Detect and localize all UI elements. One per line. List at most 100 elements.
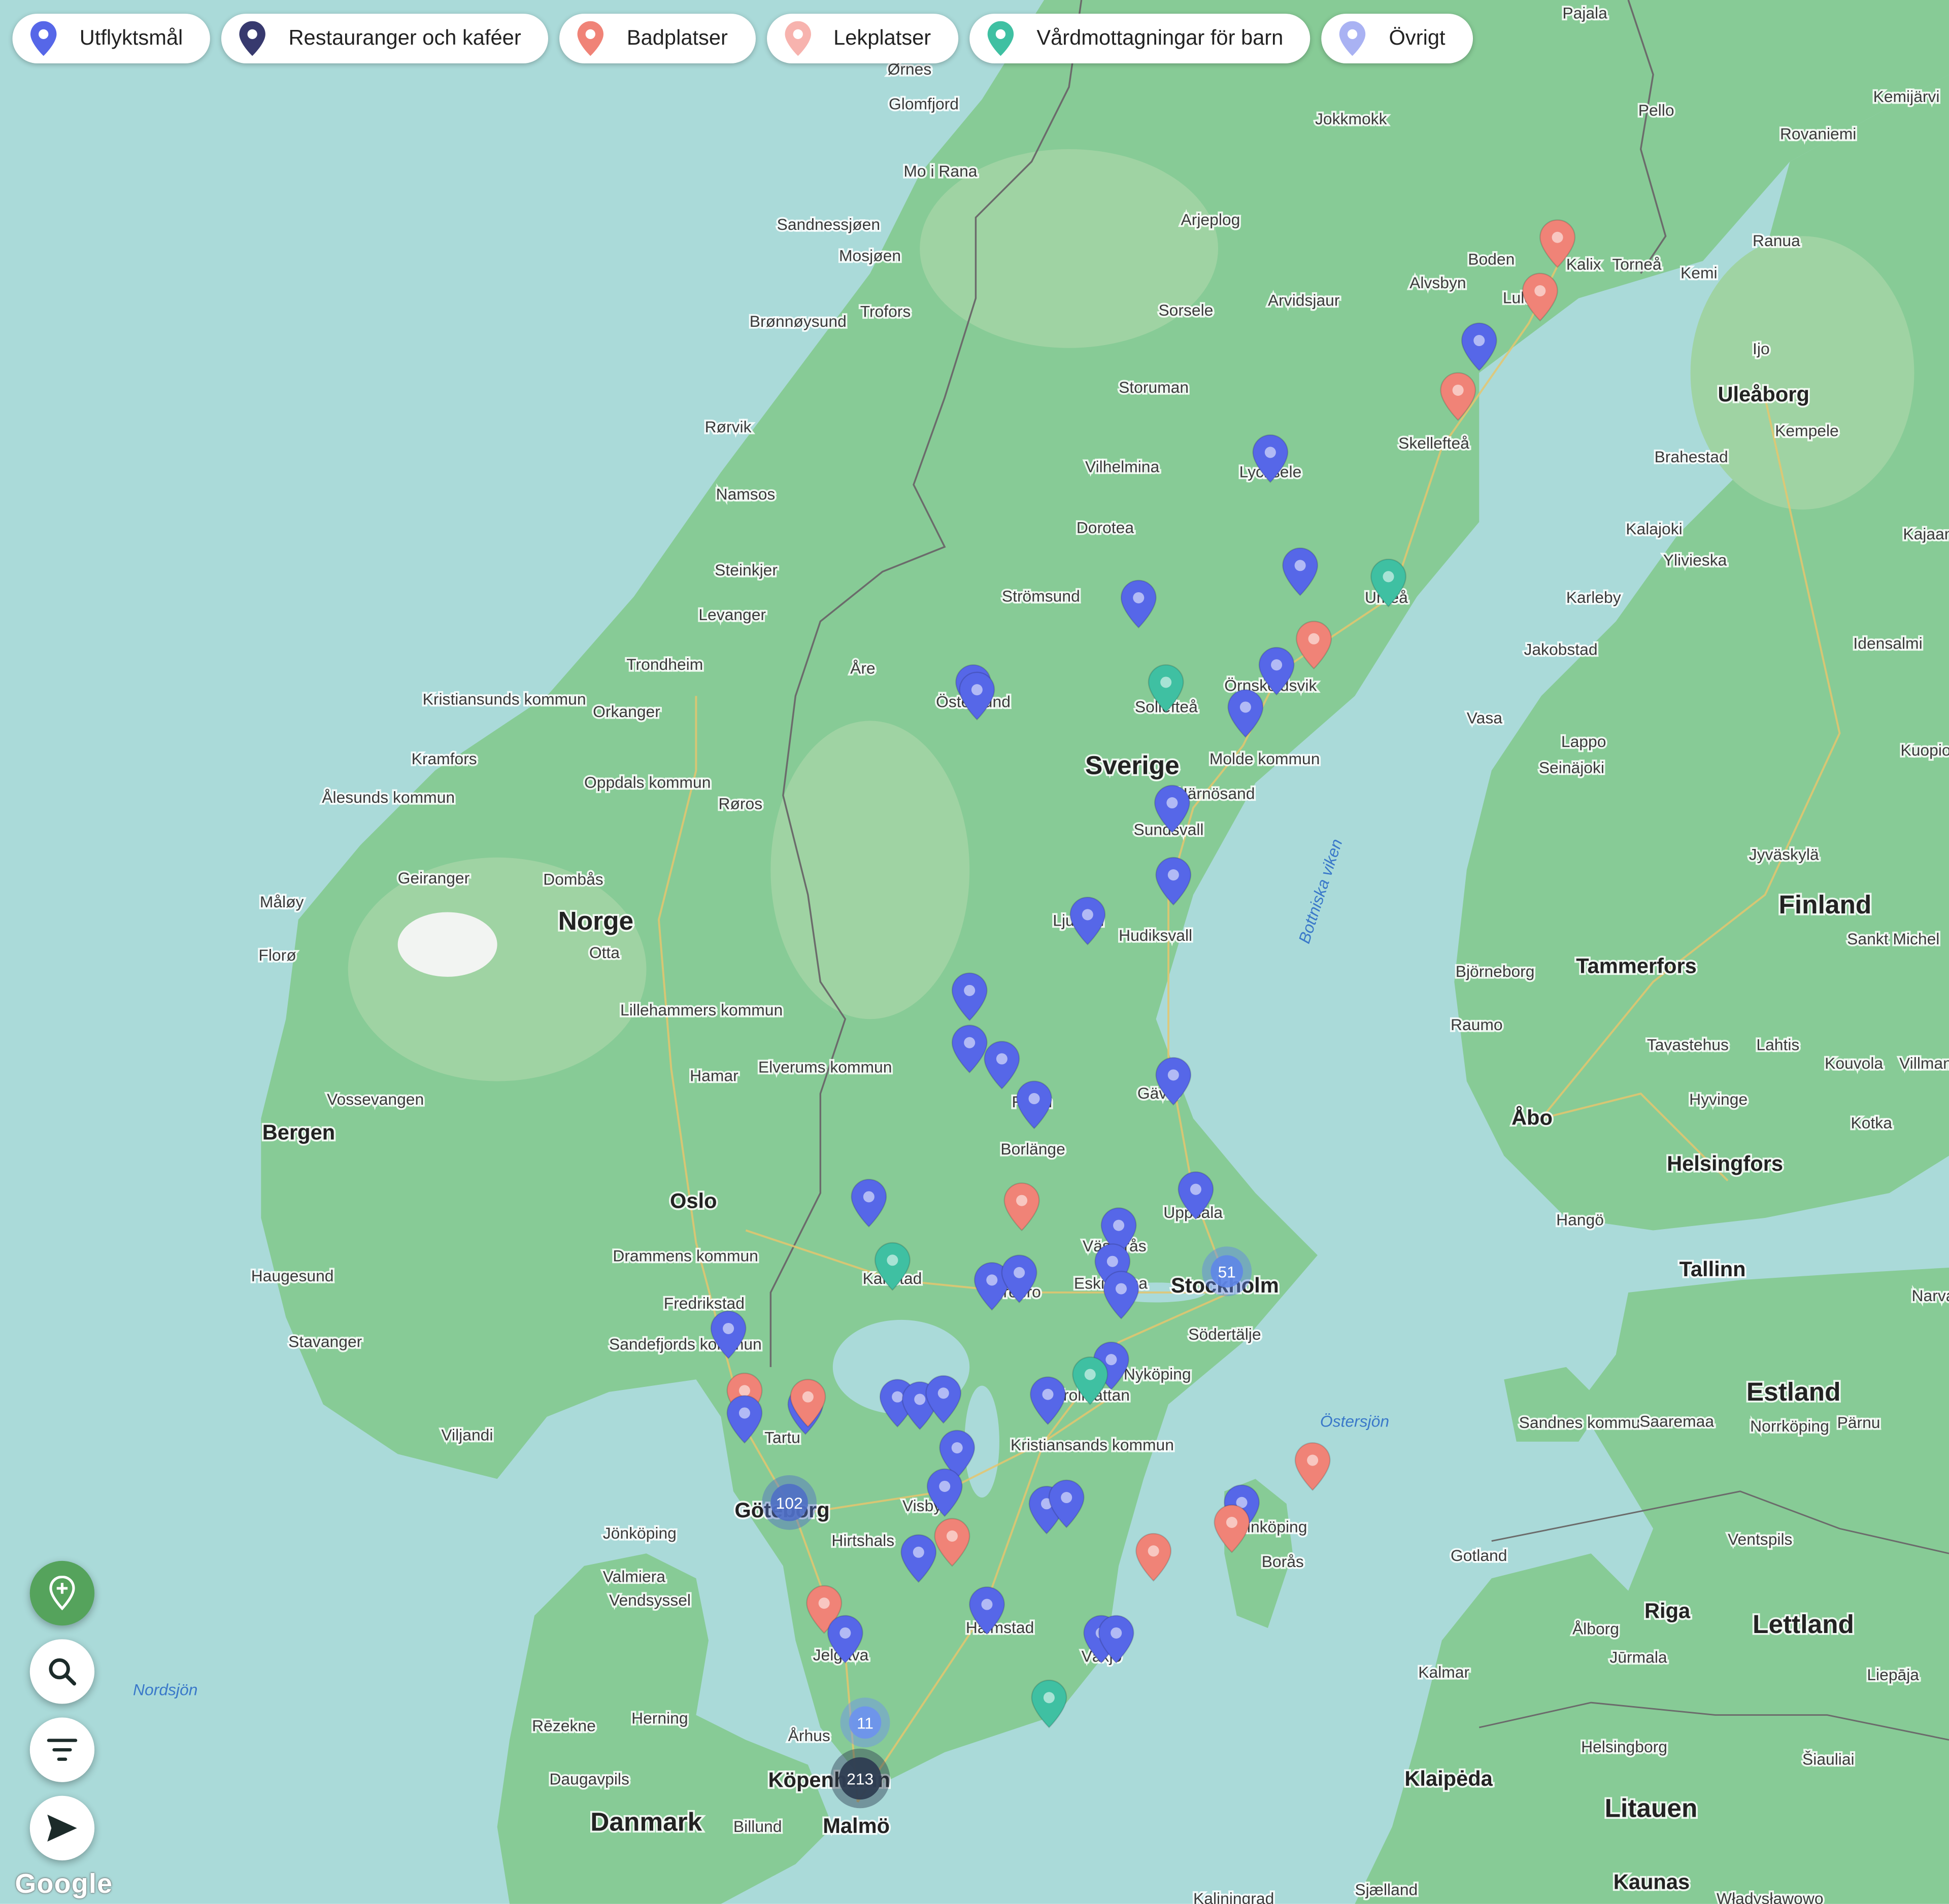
label-town: Oppdals kommun	[584, 773, 711, 792]
label-town: Narva	[1912, 1286, 1949, 1305]
label-town: Åre	[850, 659, 876, 677]
label-town: Lahtis	[1756, 1035, 1799, 1053]
search-icon	[49, 1658, 77, 1686]
map-stage[interactable]: Sverige Norge Finland Danmark Estland Le…	[0, 0, 1949, 1904]
label-town: Drammens kommun	[613, 1247, 758, 1265]
map-pin-center	[1226, 1516, 1237, 1528]
label-town: Rørvik	[705, 418, 752, 436]
cluster-marker[interactable]: 102	[762, 1475, 817, 1530]
label-town: Herning	[631, 1709, 688, 1727]
label-town: Björneborg	[1456, 962, 1535, 980]
label-town: Kristiansands kommun	[1011, 1436, 1174, 1454]
label-water: Östersjön	[1320, 1412, 1389, 1430]
label-town: Władysławowo	[1717, 1889, 1824, 1904]
label-town: Jokkmokk	[1315, 110, 1387, 128]
map-pin-center	[1082, 909, 1093, 921]
label-town: Trofors	[860, 302, 911, 320]
label-town: Kramfors	[412, 750, 477, 768]
map-pin-icon	[784, 21, 811, 56]
map-pin-center	[818, 1597, 830, 1609]
label-town: Florø	[258, 946, 296, 964]
map-pin-center	[1552, 231, 1563, 243]
add-location-button[interactable]	[29, 1560, 95, 1626]
filter-chip-label: Övrigt	[1389, 26, 1446, 50]
label-city: Tallinn	[1679, 1257, 1746, 1281]
map-pin-center	[971, 684, 983, 696]
map-pin-center	[1115, 1283, 1127, 1295]
search-button[interactable]	[29, 1639, 95, 1704]
map-pin-icon	[987, 21, 1014, 56]
label-city: Oslo	[670, 1188, 717, 1212]
label-town: Glomfjord	[889, 95, 959, 113]
label-city: Malmö	[823, 1814, 890, 1838]
label-town: Kotka	[1851, 1114, 1893, 1132]
map-pin-center	[1190, 1183, 1201, 1195]
label-town: Brønnøysund	[750, 312, 847, 330]
map-pin-center	[802, 1391, 814, 1403]
label-town: Lappo	[1561, 732, 1606, 751]
filter-chip-badplatser[interactable]: Badplatser	[559, 13, 755, 63]
label-town: Billund	[733, 1817, 782, 1835]
map-pin-center	[1473, 335, 1485, 347]
map-pin-center	[996, 1053, 1007, 1065]
map-pin-center	[914, 1393, 926, 1405]
label-town: Måløy	[260, 893, 304, 911]
label-town: Kuopio	[1900, 741, 1949, 759]
cluster-marker[interactable]: 51	[1202, 1246, 1252, 1297]
label-town: Ranua	[1753, 231, 1800, 250]
navigate-button[interactable]	[29, 1795, 95, 1861]
label-town: Karleby	[1566, 588, 1621, 606]
map-pin-center	[723, 1322, 734, 1334]
highland-patch	[348, 857, 647, 1081]
label-town: Borås	[1262, 1552, 1304, 1571]
label-town: Kemijärvi	[1873, 87, 1940, 106]
label-town: Šiauliai	[1802, 1750, 1855, 1769]
cluster-count: 213	[847, 1770, 873, 1788]
filter-chip-label: Restauranger och kaféer	[288, 26, 521, 50]
map-canvas[interactable]: Sverige Norge Finland Danmark Estland Le…	[0, 0, 1949, 1904]
map-pin-center	[1106, 1255, 1118, 1267]
cluster-marker[interactable]: 213	[830, 1748, 890, 1809]
map-pin-center	[986, 1274, 998, 1286]
map-pin-icon	[30, 21, 57, 56]
map-pin-center	[863, 1191, 875, 1203]
label-town: Pello	[1638, 101, 1674, 119]
label-country: Danmark	[590, 1807, 702, 1836]
label-city: Riga	[1644, 1599, 1691, 1623]
label-country: Estland	[1746, 1377, 1841, 1406]
label-town: Kouvola	[1825, 1054, 1883, 1072]
map-pin-center	[913, 1546, 924, 1558]
label-town: Boden	[1468, 250, 1515, 268]
filter-chip-lekplatser[interactable]: Lekplatser	[766, 13, 959, 63]
filter-chip-utflyktsmal[interactable]: Utflyktsmål	[12, 13, 211, 63]
label-town: Strömsund	[1002, 587, 1080, 605]
label-town: Sandnessjøen	[777, 215, 880, 233]
filter-chip-vardmottagningar[interactable]: Vårdmottagningar för barn	[969, 13, 1311, 63]
map-pin-center	[1061, 1492, 1072, 1504]
map-pin-icon	[578, 21, 604, 56]
map-pin-center	[1239, 701, 1251, 713]
label-town: Hyvinge	[1689, 1090, 1748, 1108]
map-pin-center	[1133, 592, 1145, 603]
map-pin-center	[1014, 1267, 1025, 1278]
label-town: Helsingborg	[1581, 1738, 1667, 1756]
map-pin-center	[964, 984, 976, 996]
map-pin-center	[1452, 384, 1464, 396]
label-country: Sverige	[1085, 751, 1180, 780]
map-pin-center	[1148, 1545, 1159, 1557]
label-town: Storuman	[1119, 378, 1189, 396]
label-town: Raumo	[1451, 1015, 1503, 1034]
google-attribution: Google	[15, 1867, 113, 1899]
filter-chip-restauranger[interactable]: Restauranger och kaféer	[221, 13, 549, 63]
filter-button[interactable]	[29, 1717, 95, 1782]
label-town: Kristiansunds kommun	[423, 690, 586, 708]
map-pin-center	[981, 1599, 993, 1610]
map-pin-icon	[239, 21, 266, 56]
label-city: Tammerfors	[1576, 954, 1697, 978]
cluster-marker[interactable]: 11	[840, 1697, 890, 1748]
filter-chip-ovrigt[interactable]: Övrigt	[1322, 13, 1473, 63]
label-city: Bergen	[262, 1120, 335, 1144]
label-city: Åbo	[1511, 1105, 1553, 1129]
label-town: Saaremaa	[1639, 1412, 1714, 1430]
cluster-count: 11	[857, 1714, 873, 1732]
